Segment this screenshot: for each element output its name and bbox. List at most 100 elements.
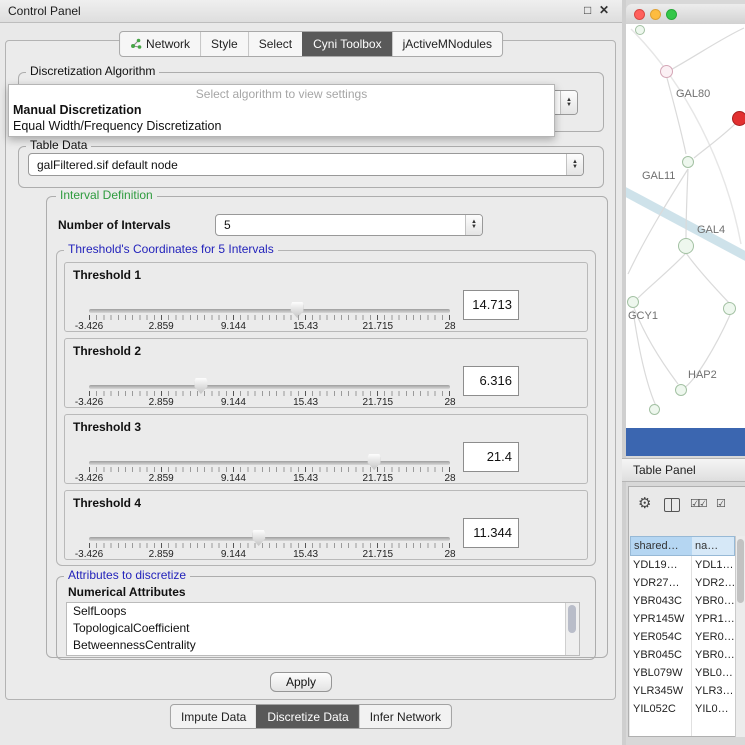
threshold-value-field[interactable]: 14.713 (463, 290, 519, 320)
apply-button[interactable]: Apply (270, 672, 332, 692)
slider-ticks (89, 467, 451, 472)
cell-name: YBR0… (692, 646, 735, 664)
group-label: Attributes to discretize (64, 569, 190, 582)
threshold-label: Threshold 2 (73, 344, 141, 358)
list-item[interactable]: TopologicalCoefficient (67, 620, 579, 637)
table-row[interactable]: YDR27… YDR2… (630, 574, 735, 592)
control-panel-tabs: Network Style Select Cyni Toolbox jActiv… (119, 31, 503, 57)
network-node[interactable] (682, 156, 694, 168)
threshold-slider[interactable] (89, 385, 450, 389)
close-button[interactable] (634, 9, 645, 20)
table-row[interactable]: YLR345W YLR3… (630, 682, 735, 700)
table-row[interactable]: YBL079W YBL0… (630, 664, 735, 682)
column-view-icon[interactable] (664, 498, 680, 512)
control-panel-titlebar: Control Panel □ ✕ (0, 0, 622, 23)
node-label: GCY1 (628, 310, 658, 322)
table-scrollbar[interactable] (735, 536, 745, 737)
tab-cyni-toolbox[interactable]: Cyni Toolbox (302, 32, 391, 56)
scrollbar-thumb[interactable] (737, 539, 744, 603)
bottom-tabs: Impute Data Discretize Data Infer Networ… (170, 704, 452, 729)
tab-label: Select (259, 33, 292, 55)
combo-value: 5 (216, 218, 465, 232)
scale-label: 9.144 (221, 321, 246, 332)
control-panel: Control Panel □ ✕ Network Style Select C… (0, 0, 622, 745)
zoom-button[interactable] (666, 9, 677, 20)
network-node[interactable] (675, 384, 687, 396)
scale-label: -3.426 (75, 473, 103, 484)
gear-icon[interactable]: ⚙ (638, 494, 651, 512)
network-node[interactable] (649, 404, 660, 415)
tab-impute-data[interactable]: Impute Data (171, 705, 256, 728)
threshold-label: Threshold 4 (73, 496, 141, 510)
tab-select[interactable]: Select (248, 32, 302, 56)
scale-label: 2.859 (149, 549, 174, 560)
list-scrollbar[interactable] (565, 603, 579, 655)
table-row[interactable]: YER054C YER0… (630, 628, 735, 646)
slider-scale: -3.426 2.859 9.144 15.43 21.715 28 (89, 397, 450, 408)
threshold-panel-2: Threshold 2 6.316 -3.426 2.859 9.144 15.… (64, 338, 588, 408)
table-row-empty (630, 718, 735, 736)
threshold-slider[interactable] (89, 461, 450, 465)
column-header-shared-name[interactable]: shared… (630, 536, 693, 556)
arrow-down-icon: ▼ (566, 103, 572, 108)
network-node[interactable] (660, 65, 673, 78)
popup-option-equal-width[interactable]: Equal Width/Frequency Discretization (9, 118, 554, 134)
table-row[interactable]: YDL19… YDL1… (630, 556, 735, 574)
tab-style[interactable]: Style (200, 32, 248, 56)
scrollbar-thumb[interactable] (568, 605, 576, 633)
threshold-slider[interactable] (89, 537, 450, 541)
group-label: Threshold's Coordinates for 5 Intervals (64, 243, 278, 256)
table-row[interactable]: YBR045C YBR0… (630, 646, 735, 664)
network-node[interactable] (635, 25, 645, 35)
scale-label: 2.859 (149, 397, 174, 408)
select-columns-icon[interactable]: ☑☑ (690, 497, 706, 510)
scale-label: 9.144 (221, 473, 246, 484)
minimize-button[interactable] (650, 9, 661, 20)
tab-discretize-data[interactable]: Discretize Data (256, 705, 358, 728)
scale-label: 28 (444, 549, 455, 560)
network-node[interactable] (723, 302, 736, 315)
scale-label: 21.715 (363, 473, 394, 484)
table-row[interactable]: YBR043C YBR0… (630, 592, 735, 610)
cell-shared-name: YPR145W (630, 610, 692, 628)
scale-label: 2.859 (149, 321, 174, 332)
slider-scale: -3.426 2.859 9.144 15.43 21.715 28 (89, 549, 450, 560)
node-label: HAP2 (688, 369, 717, 381)
tab-infer-network[interactable]: Infer Network (359, 705, 451, 728)
cell-name: YIL0… (692, 700, 735, 718)
threshold-value-field[interactable]: 21.4 (463, 442, 519, 472)
table-row[interactable]: YPR145W YPR1… (630, 610, 735, 628)
list-item[interactable]: SelfLoops (67, 603, 579, 620)
cell-name: YBR0… (692, 592, 735, 610)
table-row[interactable]: YIL052C YIL0… (630, 700, 735, 718)
table-data-combobox[interactable]: galFiltered.sif default node ▲ ▼ (28, 153, 584, 176)
popup-option-manual[interactable]: Manual Discretization (9, 102, 554, 118)
select-all-icon[interactable]: ☑ (716, 497, 726, 510)
popup-placeholder: Select algorithm to view settings (9, 87, 554, 102)
cell-shared-name: YDR27… (630, 574, 692, 592)
panel-title: Control Panel (8, 4, 81, 18)
scale-label: 15.43 (293, 321, 318, 332)
attributes-list: SelfLoops TopologicalCoefficient Between… (66, 602, 580, 656)
scale-label: -3.426 (75, 549, 103, 560)
network-node[interactable] (678, 238, 694, 254)
close-icon[interactable]: ✕ (599, 3, 609, 17)
tab-network[interactable]: Network (120, 32, 200, 56)
network-node-selected[interactable] (732, 111, 745, 126)
float-window-icon[interactable]: □ (584, 3, 591, 17)
combo-stepper-icon: ▲ ▼ (566, 154, 583, 175)
threshold-slider[interactable] (89, 309, 450, 313)
list-item[interactable]: BetweennessCentrality (67, 637, 579, 654)
slider-ticks (89, 543, 451, 548)
threshold-value-field[interactable]: 11.344 (463, 518, 519, 548)
scale-label: 21.715 (363, 321, 394, 332)
tab-jactivemnodules[interactable]: jActiveMNodules (392, 32, 502, 56)
network-canvas[interactable]: GAL80 GAL11 GAL4 GCY1 HAP2 (626, 24, 745, 428)
scale-label: 9.144 (221, 397, 246, 408)
column-header-name[interactable]: na… (692, 536, 735, 556)
cell-name: YBL0… (692, 664, 735, 682)
num-intervals-combobox[interactable]: 5 ▲ ▼ (215, 214, 483, 236)
threshold-value-field[interactable]: 6.316 (463, 366, 519, 396)
network-node[interactable] (627, 296, 639, 308)
threshold-panel-3: Threshold 3 21.4 -3.426 2.859 9.144 15.4… (64, 414, 588, 484)
